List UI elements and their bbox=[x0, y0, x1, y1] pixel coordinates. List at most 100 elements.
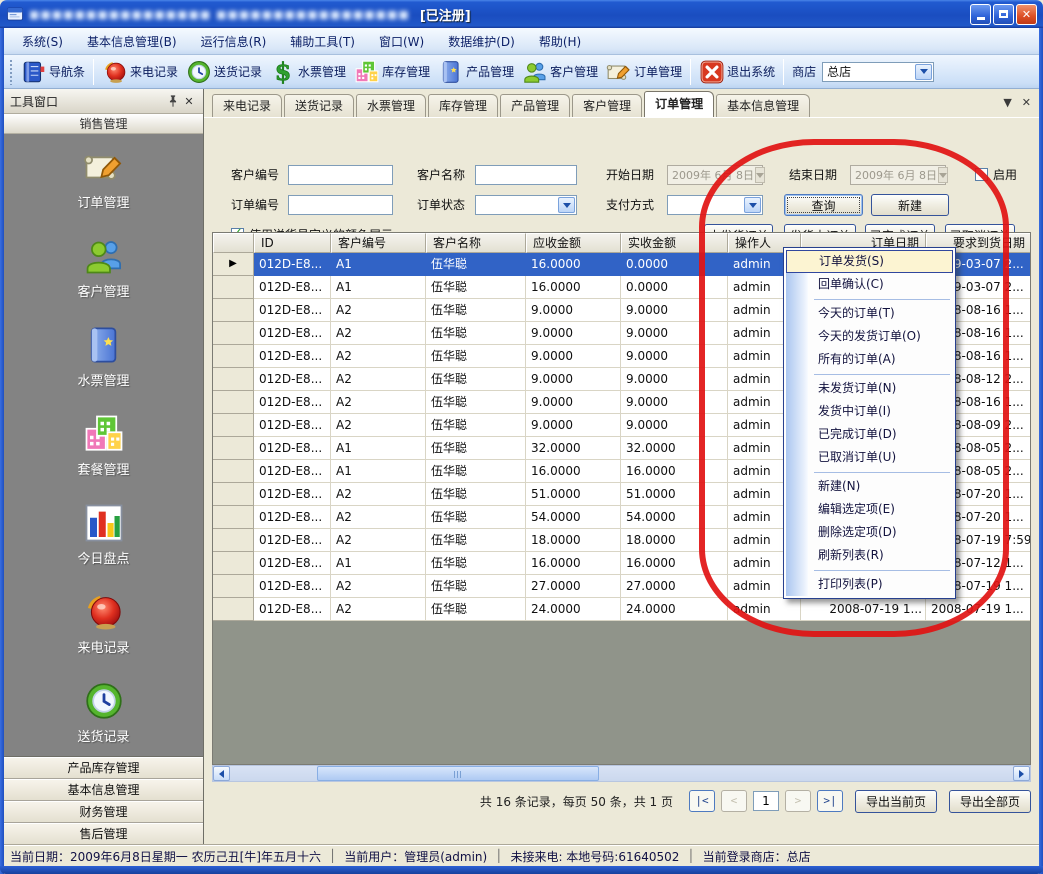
close-button[interactable]: ✕ bbox=[1016, 4, 1037, 25]
sidebar-item-2[interactable]: 客户管理 bbox=[4, 235, 203, 300]
export-current-page-button[interactable]: 导出当前页 bbox=[855, 790, 937, 813]
sidebar-item-1[interactable]: 订单管理 bbox=[4, 146, 203, 211]
menu-item-4[interactable]: 辅助工具(T) bbox=[278, 29, 367, 54]
context-menu-item-4[interactable]: 今天的订单(T) bbox=[786, 302, 953, 325]
menu-item-5[interactable]: 窗口(W) bbox=[367, 29, 436, 54]
context-menu-item-10[interactable]: 已完成订单(D) bbox=[786, 423, 953, 446]
column-header-2[interactable]: 客户编号 bbox=[331, 233, 426, 253]
context-menu-item-13[interactable]: 新建(N) bbox=[786, 475, 953, 498]
toolbar-grip[interactable] bbox=[9, 59, 14, 85]
last-page-button[interactable]: >| bbox=[817, 790, 843, 812]
toolbar-button-bell[interactable]: 来电记录 bbox=[98, 57, 182, 87]
close-icon[interactable]: ✕ bbox=[181, 93, 197, 109]
context-menu-item-2[interactable]: 回单确认(C) bbox=[786, 273, 953, 296]
context-menu-item-9[interactable]: 发货中订单(I) bbox=[786, 400, 953, 423]
table-row[interactable]: 012D-E8...A2伍华聪24.000024.0000admin2008-0… bbox=[213, 598, 1030, 621]
sidebar-group-button-3[interactable]: 财务管理 bbox=[4, 801, 203, 823]
toolbar-button-grid[interactable]: 库存管理 bbox=[350, 57, 434, 87]
minimize-icon bbox=[977, 17, 985, 20]
start-date-picker[interactable]: 2009年 6月 8日 bbox=[667, 165, 763, 185]
chevron-down-icon bbox=[938, 167, 948, 183]
row-indicator bbox=[213, 598, 254, 621]
customer-name-input[interactable] bbox=[475, 165, 577, 185]
order-no-label: 订单编号 bbox=[231, 195, 279, 215]
sidebar-item-3[interactable]: 水票管理 bbox=[4, 324, 203, 389]
tab-1[interactable]: 来电记录 bbox=[212, 94, 282, 117]
tab-6[interactable]: 客户管理 bbox=[572, 94, 642, 117]
sidebar-group-button-4[interactable]: 售后管理 bbox=[4, 823, 203, 845]
prev-page-button[interactable]: < bbox=[721, 790, 747, 812]
scroll-left-icon[interactable] bbox=[213, 766, 230, 781]
column-header-5[interactable]: 实收金额 bbox=[621, 233, 728, 253]
menu-item-1[interactable]: 系统(S) bbox=[10, 29, 75, 54]
menu-item-3[interactable]: 运行信息(R) bbox=[189, 29, 279, 54]
horizontal-scrollbar[interactable] bbox=[212, 765, 1031, 782]
exit-system-button[interactable]: 退出系统 bbox=[695, 57, 779, 87]
menu-item-2[interactable]: 基本信息管理(B) bbox=[75, 29, 189, 54]
context-menu-item-16[interactable]: 刷新列表(R) bbox=[786, 544, 953, 567]
toolbar-button-scroll[interactable]: 订单管理 bbox=[602, 57, 686, 87]
sidebar-item-7[interactable]: 送货记录 bbox=[4, 680, 203, 745]
tab-3[interactable]: 水票管理 bbox=[356, 94, 426, 117]
chevron-down-icon[interactable] bbox=[915, 64, 932, 80]
close-tab-icon[interactable]: ✕ bbox=[1022, 96, 1031, 110]
order-status-select[interactable] bbox=[475, 195, 577, 215]
toolbar-button-people[interactable]: 客户管理 bbox=[518, 57, 602, 87]
context-menu-item-6[interactable]: 所有的订单(A) bbox=[786, 348, 953, 371]
pin-icon[interactable] bbox=[165, 93, 181, 109]
page-number-input[interactable] bbox=[753, 791, 779, 811]
tab-8[interactable]: 基本信息管理 bbox=[716, 94, 810, 117]
column-header-1[interactable]: ID bbox=[254, 233, 331, 253]
payment-select[interactable] bbox=[667, 195, 763, 215]
sidebar-item-label: 来电记录 bbox=[77, 637, 129, 656]
chart-icon bbox=[83, 502, 125, 544]
menu-item-6[interactable]: 数据维护(D) bbox=[436, 29, 527, 54]
tab-2[interactable]: 送货记录 bbox=[284, 94, 354, 117]
context-menu-item-11[interactable]: 已取消订单(U) bbox=[786, 446, 953, 469]
column-header-3[interactable]: 客户名称 bbox=[426, 233, 526, 253]
context-menu-item-5[interactable]: 今天的发货订单(O) bbox=[786, 325, 953, 348]
sidebar-group-button-1[interactable]: 产品库存管理 bbox=[4, 757, 203, 779]
maximize-button[interactable] bbox=[993, 4, 1014, 25]
context-menu-item-1[interactable]: 订单发货(S) bbox=[786, 250, 953, 273]
column-header-4[interactable]: 应收金额 bbox=[526, 233, 621, 253]
cell-received: 27.0000 bbox=[621, 575, 728, 598]
tab-5[interactable]: 产品管理 bbox=[500, 94, 570, 117]
sidebar-item-6[interactable]: 来电记录 bbox=[4, 591, 203, 656]
tool-window-title: 工具窗口 bbox=[10, 93, 165, 110]
start-date-label: 开始日期 bbox=[606, 165, 654, 185]
context-menu-item-18[interactable]: 打印列表(P) bbox=[786, 573, 953, 596]
tab-7[interactable]: 订单管理 bbox=[644, 91, 714, 117]
sidebar-group-button-2[interactable]: 基本信息管理 bbox=[4, 779, 203, 801]
first-page-button[interactable]: |< bbox=[689, 790, 715, 812]
toolbar-button-bluebook[interactable]: 产品管理 bbox=[434, 57, 518, 87]
sidebar-item-4[interactable]: 套餐管理 bbox=[4, 413, 203, 478]
toolbar-button-dollar[interactable]: 水票管理 bbox=[266, 57, 350, 87]
enable-checkbox[interactable] bbox=[975, 168, 988, 181]
query-button[interactable]: 查询 bbox=[784, 194, 863, 216]
menu-item-7[interactable]: 帮助(H) bbox=[527, 29, 593, 54]
row-indicator bbox=[213, 414, 254, 437]
new-button[interactable]: 新建 bbox=[871, 194, 949, 216]
minimize-button[interactable] bbox=[970, 4, 991, 25]
chevron-down-icon[interactable]: ▼ bbox=[1003, 96, 1011, 110]
customer-no-input[interactable] bbox=[288, 165, 393, 185]
export-all-pages-button[interactable]: 导出全部页 bbox=[949, 790, 1031, 813]
cell-customer_no: A2 bbox=[331, 483, 426, 506]
order-no-input[interactable] bbox=[288, 195, 393, 215]
cell-customer_no: A1 bbox=[331, 276, 426, 299]
scroll-right-icon[interactable] bbox=[1013, 766, 1030, 781]
store-select[interactable]: 总店 bbox=[822, 62, 934, 82]
context-menu-item-14[interactable]: 编辑选定项(E) bbox=[786, 498, 953, 521]
toolbar-button-clock[interactable]: 送货记录 bbox=[182, 57, 266, 87]
tab-4[interactable]: 库存管理 bbox=[428, 94, 498, 117]
scrollbar-thumb[interactable] bbox=[317, 766, 599, 781]
next-page-button[interactable]: > bbox=[785, 790, 811, 812]
sidebar-item-5[interactable]: 今日盘点 bbox=[4, 502, 203, 567]
bell-icon bbox=[83, 591, 125, 633]
context-menu-item-8[interactable]: 未发货订单(N) bbox=[786, 377, 953, 400]
toolbar-button-navbar[interactable]: 导航条 bbox=[17, 57, 89, 87]
context-menu-item-15[interactable]: 删除选定项(D) bbox=[786, 521, 953, 544]
sidebar-group-sales[interactable]: 销售管理 bbox=[4, 114, 203, 134]
end-date-picker[interactable]: 2009年 6月 8日 bbox=[850, 165, 946, 185]
